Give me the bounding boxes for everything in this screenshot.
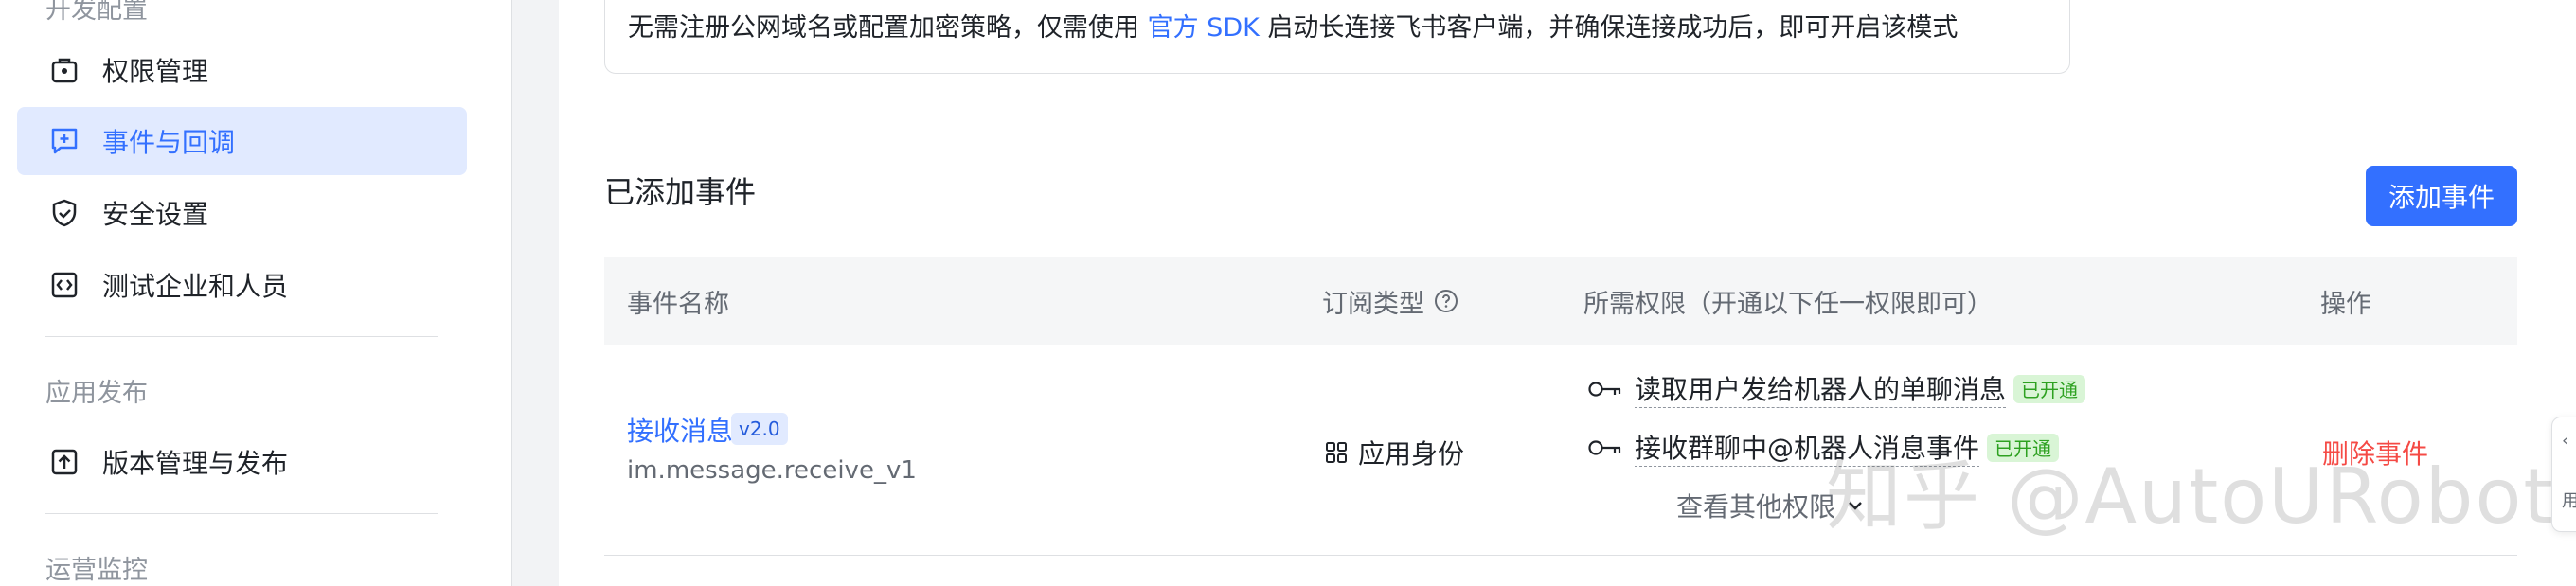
- sidebar-section-dev-config: 开发配置: [45, 0, 148, 25]
- column-actions: 操作: [2320, 289, 2371, 319]
- sidebar-item-security[interactable]: 安全设置: [17, 179, 467, 247]
- sidebar-item-label: 安全设置: [102, 199, 209, 230]
- granted-badge: 已开通: [2013, 374, 2086, 403]
- help-icon[interactable]: [1434, 289, 1458, 313]
- sidebar-item-events-callbacks[interactable]: 事件与回调: [17, 107, 467, 175]
- sidebar-divider: [45, 513, 438, 514]
- column-event-name: 事件名称: [627, 289, 729, 319]
- code-icon: [47, 268, 81, 302]
- view-more-permissions-label: 查看其他权限: [1676, 491, 1836, 523]
- permission-text[interactable]: 读取用户发给机器人的单聊消息: [1635, 369, 2007, 408]
- connection-mode-notice: 无需注册公网域名或配置加密策略，仅需使用 官方 SDK 启动长连接飞书客户端，并…: [604, 0, 2070, 74]
- right-tab-label: 用: [2562, 491, 2576, 511]
- right-side-tab[interactable]: ‹ 用: [2551, 417, 2576, 532]
- notice-text-before: 无需注册公网域名或配置加密策略，仅需使用: [628, 13, 1148, 43]
- permission-icon: [47, 53, 81, 87]
- sidebar-section-publish: 应用发布: [45, 379, 148, 408]
- sidebar-item-version-publish[interactable]: 版本管理与发布: [17, 428, 467, 496]
- sidebar-item-label: 测试企业和人员: [102, 271, 289, 302]
- event-name-link[interactable]: 接收消息: [627, 411, 733, 449]
- watermark: 知乎 @AutoURobot: [1826, 453, 2555, 541]
- notice-text: 无需注册公网域名或配置加密策略，仅需使用 官方 SDK 启动长连接飞书客户端，并…: [628, 7, 1958, 44]
- subscription-type-label: 应用身份: [1358, 438, 1465, 470]
- column-permissions: 所需权限（开通以下任一权限即可）: [1583, 289, 1993, 319]
- sidebar-item-label: 权限管理: [102, 56, 209, 87]
- column-subscription-type-label: 订阅类型: [1322, 289, 1424, 319]
- events-table-header: 事件名称 订阅类型 所需权限（开通以下任一权限即可） 操作: [604, 257, 2517, 345]
- app-grid-icon: [1324, 440, 1349, 465]
- sidebar: 开发配置 权限管理 事件与回调 安全设置 测试企业和人员 应用发布 版本管理与发…: [0, 0, 512, 586]
- permission-item: 读取用户发给机器人的单聊消息 已开通: [1587, 369, 2086, 408]
- event-code: im.message.receive_v1: [627, 456, 917, 485]
- column-subscription-type: 订阅类型: [1322, 257, 1458, 345]
- key-icon: [1587, 379, 1623, 400]
- sidebar-divider: [45, 336, 438, 337]
- notice-text-after: 启动长连接飞书客户端，并确保连接成功后，即可开启该模式: [1259, 13, 1959, 43]
- shield-check-icon: [47, 196, 81, 230]
- added-events-title: 已添加事件: [604, 174, 757, 210]
- add-event-button[interactable]: 添加事件: [2366, 166, 2517, 226]
- upload-icon: [47, 445, 81, 479]
- sidebar-item-test-enterprise[interactable]: 测试企业和人员: [17, 251, 467, 319]
- sidebar-item-label: 版本管理与发布: [102, 448, 289, 479]
- sidebar-item-permissions[interactable]: 权限管理: [17, 36, 467, 104]
- event-callback-icon: [47, 124, 81, 158]
- version-badge: v2.0: [731, 413, 788, 445]
- right-tab-chevron: ‹: [2562, 431, 2569, 451]
- sidebar-section-ops: 运营监控: [45, 556, 148, 585]
- key-icon: [1587, 437, 1623, 458]
- sidebar-item-label: 事件与回调: [102, 127, 236, 158]
- subscription-type: 应用身份: [1324, 434, 1464, 471]
- sdk-link[interactable]: 官方 SDK: [1148, 13, 1260, 43]
